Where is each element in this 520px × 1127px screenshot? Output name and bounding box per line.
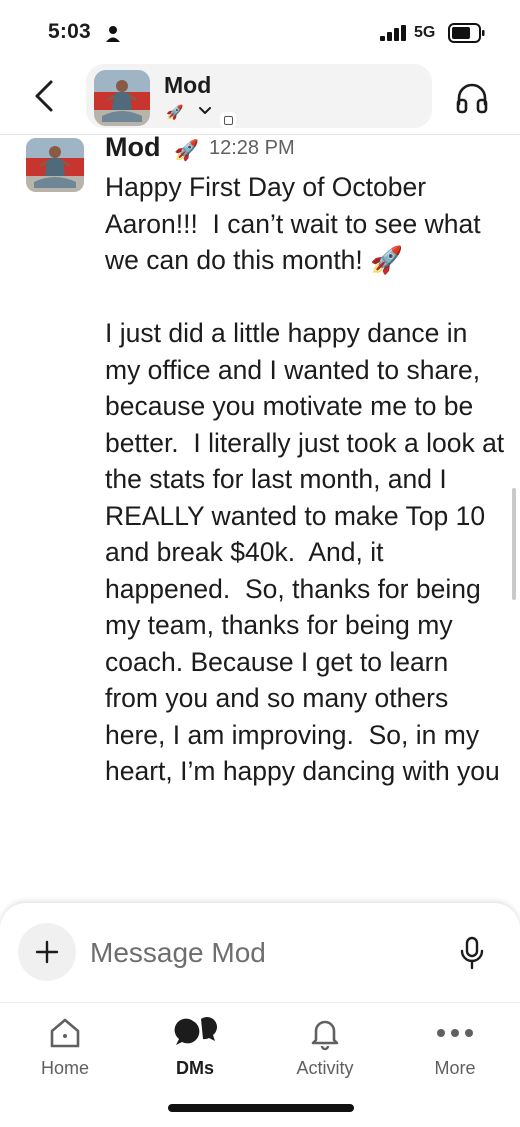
- message-timestamp: 12:28 PM: [209, 137, 295, 159]
- person-icon: [106, 26, 120, 42]
- channel-details-button[interactable]: Mod 🚀: [86, 64, 432, 128]
- chevron-left-icon: [35, 80, 53, 112]
- message-composer: [0, 903, 520, 1002]
- status-time: 5:03: [48, 20, 91, 43]
- author-status-emoji: 🚀: [174, 140, 199, 162]
- message-text: Happy First Day of October Aaron!!! I ca…: [105, 172, 505, 786]
- headphones-icon: [456, 83, 488, 114]
- presence-indicator: [220, 112, 236, 128]
- more-dots-icon: [437, 1029, 473, 1037]
- tab-label: More: [434, 1058, 476, 1078]
- status-emoji: 🚀: [166, 104, 184, 120]
- status-bar: 5:03 5G: [0, 0, 520, 62]
- bell-icon: [311, 1020, 339, 1051]
- voice-message-button[interactable]: [452, 929, 492, 977]
- tab-more[interactable]: More: [400, 1003, 510, 1093]
- microphone-icon: [460, 936, 484, 970]
- tab-label: DMs: [175, 1058, 214, 1078]
- message-author[interactable]: Mod: [105, 132, 160, 163]
- add-attachment-button[interactable]: [18, 923, 76, 981]
- plus-icon: [35, 940, 59, 964]
- home-indicator: [168, 1104, 354, 1112]
- message-input[interactable]: [90, 931, 430, 975]
- avatar: [94, 70, 150, 126]
- network-type: 5G: [414, 24, 436, 41]
- tab-dms[interactable]: DMs: [140, 1003, 250, 1093]
- tab-label: Home: [40, 1058, 89, 1078]
- signal-icon: [380, 25, 406, 41]
- tab-label: Activity: [296, 1058, 354, 1078]
- tab-home[interactable]: Home: [10, 1003, 120, 1093]
- dms-icon: [174, 1017, 217, 1045]
- home-icon: [50, 1018, 80, 1048]
- chevron-down-icon: [199, 107, 211, 114]
- back-button[interactable]: [24, 74, 64, 118]
- huddle-button[interactable]: [452, 76, 492, 120]
- battery-icon: [448, 23, 485, 43]
- channel-name: Mod: [164, 72, 212, 98]
- avatar[interactable]: [26, 138, 84, 192]
- conversation-header: Mod 🚀: [0, 62, 520, 135]
- tab-activity[interactable]: Activity: [270, 1003, 380, 1093]
- scrollbar[interactable]: [512, 488, 516, 600]
